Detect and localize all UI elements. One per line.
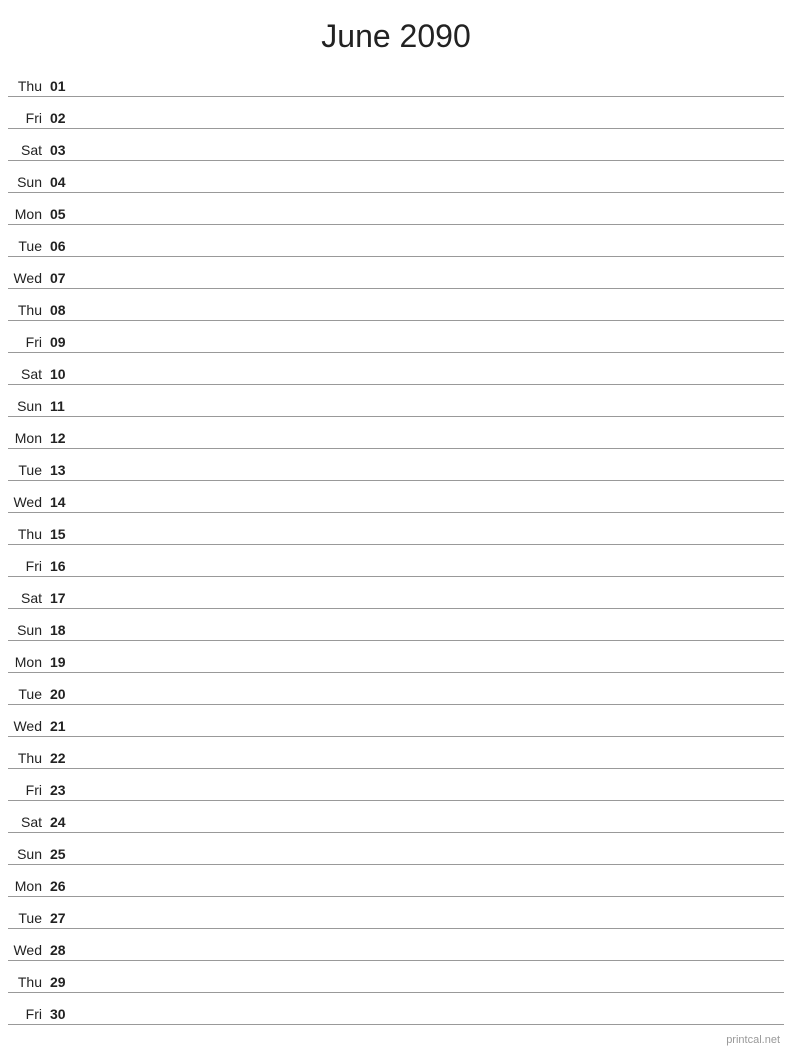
day-row: Thu29 [8,961,784,993]
day-row: Fri30 [8,993,784,1025]
day-number: 24 [48,814,76,830]
page-title: June 2090 [0,0,792,65]
day-name: Tue [8,910,48,926]
day-number: 01 [48,78,76,94]
day-row: Mon19 [8,641,784,673]
day-name: Wed [8,270,48,286]
day-number: 09 [48,334,76,350]
day-number: 15 [48,526,76,542]
day-row: Thu22 [8,737,784,769]
day-number: 18 [48,622,76,638]
day-number: 28 [48,942,76,958]
day-number: 29 [48,974,76,990]
day-number: 20 [48,686,76,702]
day-name: Mon [8,430,48,446]
day-name: Mon [8,878,48,894]
day-name: Tue [8,462,48,478]
day-row: Wed21 [8,705,784,737]
day-row: Fri02 [8,97,784,129]
day-name: Sat [8,366,48,382]
day-name: Tue [8,238,48,254]
day-number: 07 [48,270,76,286]
day-name: Wed [8,942,48,958]
day-row: Wed07 [8,257,784,289]
day-number: 05 [48,206,76,222]
day-number: 11 [48,398,76,414]
day-number: 22 [48,750,76,766]
day-row: Thu01 [8,65,784,97]
day-name: Thu [8,526,48,542]
day-row: Fri09 [8,321,784,353]
day-name: Sat [8,142,48,158]
day-number: 03 [48,142,76,158]
day-row: Wed28 [8,929,784,961]
day-name: Thu [8,78,48,94]
day-row: Sat17 [8,577,784,609]
day-number: 25 [48,846,76,862]
day-name: Thu [8,302,48,318]
day-number: 06 [48,238,76,254]
day-row: Mon05 [8,193,784,225]
day-number: 30 [48,1006,76,1022]
day-row: Tue27 [8,897,784,929]
day-row: Thu15 [8,513,784,545]
day-row: Sun04 [8,161,784,193]
day-row: Tue13 [8,449,784,481]
day-name: Fri [8,110,48,126]
day-name: Thu [8,750,48,766]
day-row: Sat24 [8,801,784,833]
day-number: 16 [48,558,76,574]
day-row: Thu08 [8,289,784,321]
day-name: Mon [8,654,48,670]
day-row: Fri23 [8,769,784,801]
watermark: printcal.net [726,1034,780,1046]
day-row: Sun18 [8,609,784,641]
day-number: 21 [48,718,76,734]
day-row: Sun11 [8,385,784,417]
day-row: Tue20 [8,673,784,705]
day-name: Fri [8,334,48,350]
calendar-grid: Thu01Fri02Sat03Sun04Mon05Tue06Wed07Thu08… [0,65,792,1025]
day-number: 04 [48,174,76,190]
day-name: Fri [8,558,48,574]
day-name: Wed [8,718,48,734]
day-name: Sun [8,174,48,190]
day-row: Fri16 [8,545,784,577]
day-row: Mon26 [8,865,784,897]
day-row: Sat03 [8,129,784,161]
day-number: 26 [48,878,76,894]
day-number: 17 [48,590,76,606]
day-name: Sun [8,398,48,414]
day-name: Mon [8,206,48,222]
day-number: 14 [48,494,76,510]
day-row: Sun25 [8,833,784,865]
day-name: Thu [8,974,48,990]
day-number: 23 [48,782,76,798]
day-name: Tue [8,686,48,702]
day-name: Sat [8,590,48,606]
day-name: Sun [8,846,48,862]
day-number: 27 [48,910,76,926]
day-name: Sun [8,622,48,638]
day-number: 10 [48,366,76,382]
day-number: 02 [48,110,76,126]
day-number: 12 [48,430,76,446]
day-row: Tue06 [8,225,784,257]
day-number: 19 [48,654,76,670]
day-name: Sat [8,814,48,830]
day-name: Fri [8,782,48,798]
day-name: Fri [8,1006,48,1022]
day-number: 13 [48,462,76,478]
day-row: Wed14 [8,481,784,513]
day-name: Wed [8,494,48,510]
day-row: Sat10 [8,353,784,385]
day-row: Mon12 [8,417,784,449]
day-number: 08 [48,302,76,318]
